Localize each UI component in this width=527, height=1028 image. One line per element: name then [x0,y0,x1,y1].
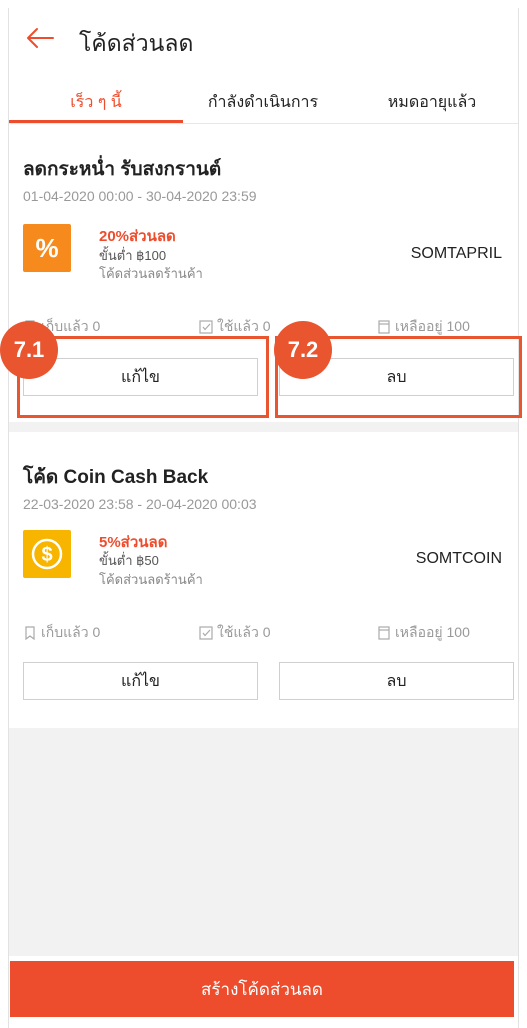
document-icon [378,626,390,640]
voucher-period: 22-03-2020 23:58 - 20-04-2020 00:03 [23,496,257,512]
voucher-title: ลดกระหน่ำ รับสงกรานต์ [23,159,222,180]
app-screen: โค้ดส่วนลด เร็ว ๆ นี้ กำลังดำเนินการ หมด… [8,8,519,1028]
used-stat: ใช้แล้ว 0 [199,622,270,644]
remaining-count: เหลืออยู่ 100 [395,624,470,640]
remaining-stat: เหลืออยู่ 100 [377,316,470,338]
voucher-code: SOMTCOIN [415,550,502,567]
voucher-type-label: โค้ดส่วนลดร้านค้า [99,266,203,281]
voucher-card: โค้ด Coin Cash Back 22-03-2020 23:58 - 2… [9,432,518,728]
coin-dollar-icon: $ [23,530,71,578]
tab-ongoing[interactable]: กำลังดำเนินการ [183,90,343,115]
collected-stat: เก็บแล้ว 0 [23,622,100,644]
annotation-badge: 7.1 [0,321,58,379]
create-voucher-button[interactable]: สร้างโค้ดส่วนลด [10,961,514,1017]
svg-text:%: % [35,233,58,263]
page-title: โค้ดส่วนลด [79,30,194,56]
tab-bar: เร็ว ๆ นี้ กำลังดำเนินการ หมดอายุแล้ว [9,74,518,124]
edit-voucher-button[interactable]: แก้ไข [23,662,258,700]
active-tab-indicator [9,120,183,123]
min-spend-label: ขั้นต่ำ ฿50 [99,553,159,568]
remaining-stat: เหลืออยู่ 100 [377,622,470,644]
annotation-badge: 7.2 [274,321,332,379]
check-box-icon [199,626,213,640]
used-stat: ใช้แล้ว 0 [199,316,270,338]
document-icon [378,320,390,334]
back-arrow-icon[interactable] [25,26,55,50]
collected-count: เก็บแล้ว 0 [41,624,101,640]
voucher-code: SOMTAPRIL [410,245,502,262]
voucher-type-label: โค้ดส่วนลดร้านค้า [99,572,203,587]
check-box-icon [199,320,213,334]
voucher-period: 01-04-2020 00:00 - 30-04-2020 23:59 [23,188,257,204]
bookmark-icon [25,626,35,640]
header-bar: โค้ดส่วนลด [9,8,518,74]
used-count: ใช้แล้ว 0 [217,624,271,640]
delete-voucher-button[interactable]: ลบ [279,662,514,700]
svg-text:$: $ [41,544,52,566]
voucher-title: โค้ด Coin Cash Back [23,467,209,488]
percent-icon: % [23,224,71,272]
remaining-count: เหลืออยู่ 100 [395,318,470,334]
tab-recent[interactable]: เร็ว ๆ นี้ [9,90,183,115]
tab-expired[interactable]: หมดอายุแล้ว [345,90,518,115]
used-count: ใช้แล้ว 0 [217,318,271,334]
